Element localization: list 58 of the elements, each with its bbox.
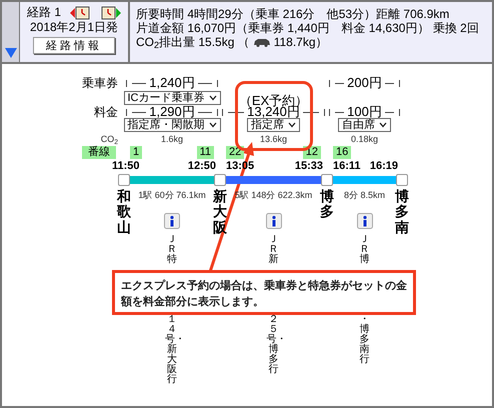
departure-date: 2018年2月1日発 <box>30 20 118 35</box>
arrival-time: 15:33 <box>294 160 323 173</box>
callout-text: エクスプレス予約の場合は、乗車券と特急券がセットの金額を料金部分に表示します。 <box>121 278 407 310</box>
co2-summary: CO$_{2}$排出量 15.5kg （ <box>136 35 250 49</box>
station-node <box>321 174 333 186</box>
co2-amount: 0.18kg <box>350 133 378 146</box>
train-name: １４号・新大阪行 <box>165 315 179 385</box>
expand-triangle-icon[interactable] <box>4 48 16 58</box>
fare-dropdown[interactable]: 自由席 <box>338 118 391 132</box>
fare-price: 13,240円 <box>246 105 301 119</box>
train-name: ・博多南行 <box>358 315 370 365</box>
chevron-down-icon <box>379 122 387 128</box>
info-icon[interactable] <box>266 213 282 229</box>
platform-number: 11 <box>196 146 214 159</box>
segment-info: 1駅 60分 76.1km <box>138 190 206 201</box>
platform-number: 16 <box>333 146 352 159</box>
co2-amount: 1.6kg <box>160 133 184 146</box>
train-name: ＪＲ新 <box>268 235 280 265</box>
chevron-down-icon <box>208 95 216 101</box>
fare-price: 1,290円 <box>149 105 196 119</box>
station-node <box>118 174 130 186</box>
station-name: 博多 <box>320 189 334 220</box>
station-name: 和歌山 <box>117 189 131 236</box>
station-name: 博多南 <box>395 189 409 236</box>
co2-label: CO$_{2}$ <box>100 133 118 146</box>
car-co2-value: 118.7kg） <box>274 35 328 49</box>
fare-dropdown[interactable]: ICカード乗車券 <box>124 91 220 105</box>
train-name: ２５号・博多行 <box>266 315 280 375</box>
train-name: ＪＲ特 <box>166 235 178 265</box>
track-label: 番線 <box>82 146 116 159</box>
car-icon <box>252 38 271 46</box>
fare-dropdown[interactable]: 指定席・閑散期 <box>124 118 220 132</box>
departure-time: 11:50 <box>112 160 140 173</box>
fare-label: 料金 <box>94 104 118 121</box>
departure-time: 16:11 <box>333 160 361 173</box>
segment-info: 8分 8.5km <box>344 190 385 201</box>
fare-price: 100円 <box>346 105 383 119</box>
arrival-time: 12:50 <box>188 160 216 173</box>
fare-dropdown[interactable]: 指定席 <box>247 118 300 132</box>
ticket-price: 1,240円 <box>148 76 196 90</box>
next-clock-icon[interactable] <box>101 6 121 20</box>
chevron-down-icon <box>288 122 296 128</box>
station-node <box>214 174 226 186</box>
route-info-button[interactable]: 経路情報 <box>33 37 115 54</box>
ticket-price: 200円 <box>346 76 383 90</box>
info-icon[interactable] <box>356 213 372 229</box>
co2-amount: 13.6kg <box>260 133 288 146</box>
route-label: 経路 1 <box>26 5 61 20</box>
previous-clock-icon[interactable] <box>70 6 90 20</box>
fare-summary: 片道金額 16,070円（乗車券 1,440円 料金 14,630円） 乗換 2回 <box>136 21 480 35</box>
chevron-down-icon <box>208 122 216 128</box>
ticket-label: 乗車券 <box>82 75 118 92</box>
train-name: ＪＲ博 <box>358 235 370 265</box>
station-node <box>396 174 408 186</box>
info-icon[interactable] <box>164 213 180 229</box>
travel-time-summary: 所要時間 4時間29分（乗車 216分 他53分）距離 706.9km <box>136 7 450 21</box>
arrival-time: 16:19 <box>370 160 398 173</box>
platform-number: 1 <box>130 146 142 159</box>
